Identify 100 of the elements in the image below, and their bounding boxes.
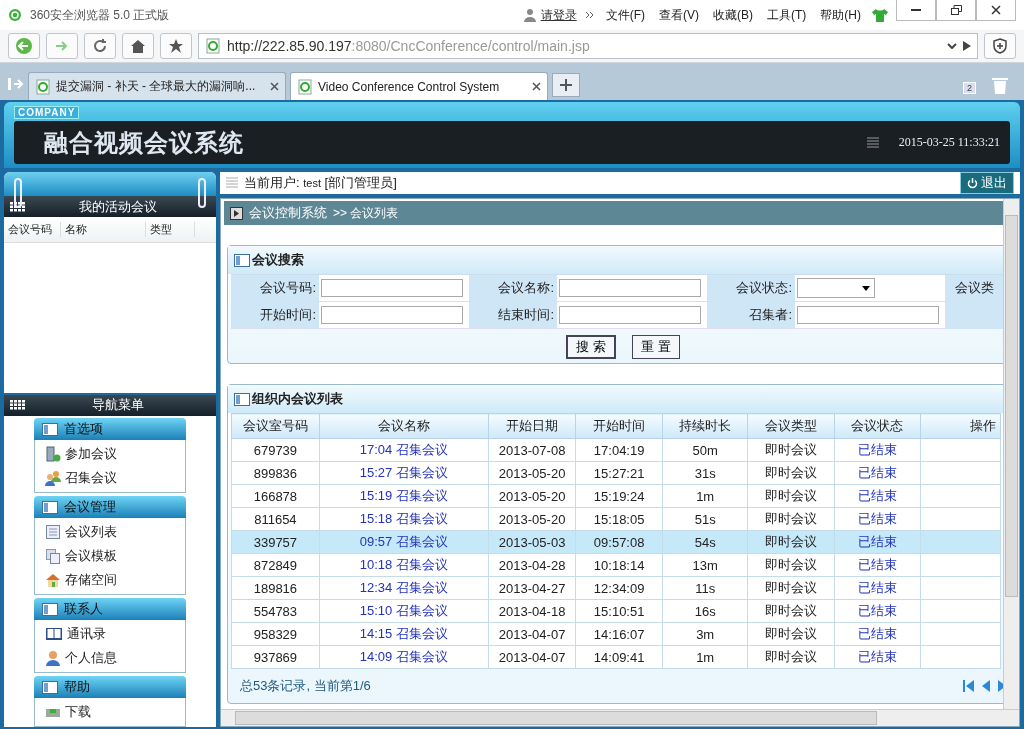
nav-item[interactable]: 参加会议 [45,442,175,466]
meeting-link[interactable]: 15:27 召集会议 [319,461,489,485]
breadcrumb-root[interactable]: 会议控制系统 [249,204,327,222]
vertical-scrollbar[interactable] [1003,199,1019,709]
form-button[interactable]: 重 置 [632,335,680,359]
shirt-icon[interactable] [872,8,888,22]
menu-item[interactable]: 文件(F) [602,6,648,24]
table-cell: 958329 [231,622,320,646]
power-icon [967,177,978,189]
panel-title: 导航菜单 [90,396,145,415]
menu-group-header[interactable]: 联系人 [34,598,186,620]
input-field[interactable] [797,306,939,324]
trash-icon[interactable] [992,76,1008,94]
meeting-link[interactable]: 09:57 召集会议 [319,530,489,554]
meeting-link[interactable]: 15:10 召集会议 [319,599,489,623]
restore-icon [950,5,962,15]
meeting-link[interactable]: 10:18 召集会议 [319,553,489,577]
menu-item[interactable]: 工具(T) [764,6,810,24]
play-icon [230,206,243,220]
restore-button[interactable] [936,0,976,21]
phone-icon [45,446,61,462]
meeting-link[interactable]: 14:09 召集会议 [319,645,489,669]
home-icon [130,38,146,54]
panel-title: 组织内会议列表 [252,390,343,408]
input-field[interactable] [321,279,463,297]
panel-icon [42,422,58,436]
list-icon [226,177,238,189]
column-header: 开始时间 [575,413,663,439]
nav-item[interactable]: 召集会议 [45,466,175,490]
input-field[interactable] [559,306,701,324]
shield-button[interactable] [984,33,1016,59]
nav-item[interactable]: 通讯录 [45,622,175,646]
panel-icon [42,680,58,694]
panel-icon [234,253,250,267]
nav-item[interactable]: 会议模板 [45,544,175,568]
previous-page-icon[interactable] [982,680,990,692]
datetime: 2015-03-25 11:33:21 [898,135,1000,150]
back-icon [15,37,33,55]
tab-count-badge[interactable]: 2 [963,82,976,94]
minimize-icon [911,9,921,11]
menu-group-header[interactable]: 会议管理 [34,496,186,518]
table-cell: 554783 [231,599,320,623]
favorite-button[interactable] [160,33,192,59]
horizontal-scrollbar[interactable] [221,709,1019,726]
status-dropdown[interactable] [797,278,875,298]
nav-item[interactable]: 个人信息 [45,646,175,670]
menu-item[interactable]: 查看(V) [656,6,702,24]
table-cell: 937869 [231,645,320,669]
house-icon [45,572,61,588]
form-button[interactable]: 搜 索 [566,335,616,359]
breadcrumb-current: >> 会议列表 [333,204,399,222]
meeting-link[interactable]: 17:04 召集会议 [319,438,489,462]
menu-group-header[interactable]: 首选项 [34,418,186,440]
new-tab-button[interactable] [552,73,580,97]
refresh-button[interactable] [84,33,116,59]
logout-button[interactable]: 退出 [960,172,1014,194]
nav-item[interactable]: 存储空间 [45,568,175,592]
close-icon[interactable] [270,82,279,91]
column-header: 会议类型 [747,413,835,439]
column-header: 会议号码 [4,222,61,238]
list-icon [45,524,61,540]
first-page-icon[interactable] [963,680,974,692]
table-cell: 166878 [231,484,320,508]
shield-icon [992,38,1008,54]
table-cell: 899836 [231,461,320,485]
go-icon [963,41,971,51]
home-button[interactable] [122,33,154,59]
dropdown-icon [947,43,957,49]
panel-title: 我的活动会议 [77,197,158,216]
column-header: 会议名称 [319,413,489,439]
forward-button[interactable] [46,33,78,59]
table-cell: 679739 [231,438,320,462]
meeting-link[interactable]: 15:19 召集会议 [319,484,489,508]
address-field[interactable]: http://222.85.90.197:8080/CncConference/control/main.jsp [198,33,978,59]
column-header: 持续时长 [662,413,748,439]
input-field[interactable] [321,306,463,324]
pages-icon [45,548,61,564]
meeting-link[interactable]: 12:34 召集会议 [319,576,489,600]
menu-item[interactable]: 收藏(B) [710,6,756,24]
download-icon [45,707,61,717]
nav-item[interactable]: 会议列表 [45,520,175,544]
plus-icon [560,79,572,91]
page-icon [35,78,51,95]
meeting-link[interactable]: 14:15 召集会议 [319,622,489,646]
record-count: 总53条记录, 当前第1/6 [240,677,372,695]
close-icon[interactable] [532,82,541,91]
panel-icon [42,500,58,514]
minimize-button[interactable] [896,0,936,21]
table-cell: 872849 [231,553,320,577]
browser-tab[interactable]: 提交漏洞 - 补天 - 全球最大的漏洞响... [28,72,286,100]
back-button[interactable] [8,33,40,59]
input-field[interactable] [559,279,701,297]
meeting-link[interactable]: 15:18 召集会议 [319,507,489,531]
login-link[interactable]: 请登录 [522,6,577,24]
column-header: 会议室号码 [231,413,320,439]
menu-group-header[interactable]: 帮助 [34,676,186,698]
menu-item[interactable]: 帮助(H) [817,6,864,24]
browser-tab[interactable]: Video Conference Control System [290,72,548,100]
sidebar-toggle-icon[interactable] [8,78,24,90]
person-icon [45,650,61,666]
